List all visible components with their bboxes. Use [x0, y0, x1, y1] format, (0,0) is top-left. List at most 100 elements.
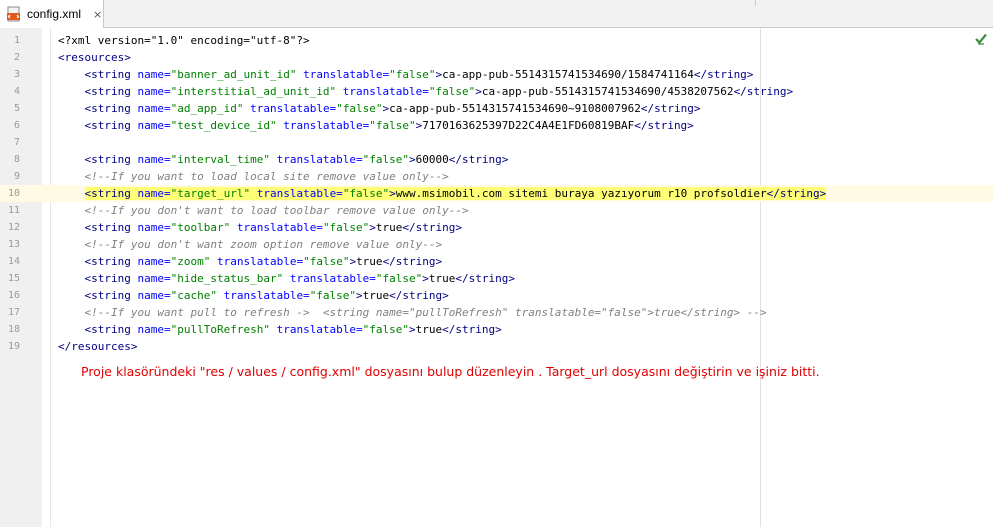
code-line[interactable]: 4 <string name="interstitial_ad_unit_id"… [0, 83, 993, 100]
code-token: > [409, 323, 416, 336]
code-line[interactable]: 16 <string name="cache" translatable="fa… [0, 287, 993, 304]
code-line[interactable]: 18 <string name="pullToRefresh" translat… [0, 321, 993, 338]
code-token: > [356, 289, 363, 302]
code-text: <string name="cache" translatable="false… [58, 287, 449, 304]
code-token: translatable= [269, 153, 363, 166]
code-token: </string> [389, 289, 449, 302]
code-token: </string> [382, 255, 443, 268]
line-number: 6 [13, 120, 20, 131]
code-token: translatable= [296, 68, 390, 81]
code-line[interactable]: 17 <!--If you want pull to refresh -> <s… [0, 304, 993, 321]
code-token: true [356, 255, 383, 268]
close-icon[interactable]: × [93, 8, 102, 21]
code-token: true [375, 221, 403, 234]
code-token: "target_url" [170, 187, 251, 200]
line-number: 5 [13, 103, 20, 114]
code-line[interactable]: 12 <string name="toolbar" translatable="… [0, 219, 993, 236]
code-token: <!--If you want pull to refresh -> <stri… [84, 306, 767, 319]
code-token: <string [84, 68, 138, 81]
code-editor[interactable]: 1 <?xml version="1.0" encoding="utf-8"?> 2… [0, 32, 993, 355]
code-token: name= [137, 255, 171, 268]
code-token: translatable= [269, 323, 363, 336]
code-token: "false" [309, 289, 357, 302]
code-line[interactable]: 9 <!--If you want to load local site rem… [0, 168, 993, 185]
code-token: <string [84, 221, 138, 234]
code-token: ca-app-pub-5514315741534690~9108007962 [389, 102, 641, 115]
code-token: <resources> [58, 51, 131, 64]
code-line[interactable]: 8 <string name="interval_time" translata… [0, 151, 993, 168]
code-token: 7170163625397D22C4A4E1FD60819BAF [422, 119, 635, 132]
line-number: 4 [13, 86, 20, 97]
code-token: "false" [336, 102, 383, 115]
tab-config-xml[interactable]: config.xml × [0, 0, 104, 28]
code-token: <string [84, 187, 138, 200]
code-token: <string [84, 153, 138, 166]
code-token: <string [84, 323, 138, 336]
code-token: "false" [375, 272, 423, 285]
code-token: <string [84, 289, 138, 302]
code-token: <string [84, 85, 138, 98]
code-token: name= [137, 289, 171, 302]
code-text: <?xml version="1.0" encoding="utf-8"?> [58, 32, 310, 49]
code-token: </string> [402, 221, 463, 234]
code-token: translatable= [243, 102, 337, 115]
code-line[interactable]: 2 <resources> [0, 49, 993, 66]
code-token: <string [84, 119, 138, 132]
code-text: <string name="toolbar" translatable="fal… [58, 219, 463, 236]
code-token: "false" [362, 323, 410, 336]
code-token: "false" [322, 221, 370, 234]
code-token: "false" [428, 85, 476, 98]
code-line[interactable]: 19 </resources> [0, 338, 993, 355]
code-line[interactable]: 10 <string name="target_url" translatabl… [0, 185, 993, 202]
code-token: "banner_ad_unit_id" [170, 68, 297, 81]
code-token: <string [84, 255, 138, 268]
code-line[interactable]: 13 <!--If you don't want zoom option rem… [0, 236, 993, 253]
code-line[interactable]: 5 <string name="ad_app_id" translatable=… [0, 100, 993, 117]
code-text: <string name="banner_ad_unit_id" transla… [58, 66, 754, 83]
code-token: translatable= [336, 85, 429, 98]
code-token: name= [137, 153, 171, 166]
code-token: www.msimobil.com sitemi buraya yazıyorum… [395, 187, 767, 200]
code-token: "false" [369, 119, 416, 132]
code-token: "false" [342, 187, 390, 200]
code-text: <string name="test_device_id" translatab… [58, 117, 694, 134]
code-token: true [415, 323, 443, 336]
code-token: "false" [389, 68, 436, 81]
code-token: "interstitial_ad_unit_id" [170, 85, 337, 98]
code-token: name= [137, 272, 171, 285]
code-token: <!--If you don't want to load toolbar re… [84, 204, 469, 217]
code-token: <!--If you don't want zoom option remove… [84, 238, 443, 251]
code-token: name= [137, 68, 171, 81]
code-token: translatable= [250, 187, 343, 200]
code-token: </string> [448, 153, 509, 166]
code-token: ca-app-pub-5514315741534690/4538207562 [481, 85, 734, 98]
line-number: 7 [13, 137, 20, 148]
code-token: translatable= [230, 221, 323, 234]
code-token: "pullToRefresh" [170, 323, 270, 336]
code-line[interactable]: 14 <string name="zoom" translatable="fal… [0, 253, 993, 270]
code-line[interactable]: 11 <!--If you don't want to load toolbar… [0, 202, 993, 219]
code-line[interactable]: 6 <string name="test_device_id" translat… [0, 117, 993, 134]
code-line[interactable]: 1 <?xml version="1.0" encoding="utf-8"?> [0, 32, 993, 49]
code-line[interactable]: 7 [0, 134, 993, 151]
code-text: <!--If you want pull to refresh -> <stri… [58, 304, 767, 321]
code-token: translatable= [216, 289, 310, 302]
code-token: </string> [640, 102, 701, 115]
code-line[interactable]: 15 <string name="hide_status_bar" transl… [0, 270, 993, 287]
code-token: name= [137, 119, 171, 132]
code-text: <string name="pullToRefresh" translatabl… [58, 321, 502, 338]
code-line[interactable]: 3 <string name="banner_ad_unit_id" trans… [0, 66, 993, 83]
code-token: "false" [362, 153, 410, 166]
line-number: 14 [7, 256, 20, 267]
code-token: > [422, 272, 429, 285]
code-text: <resources> [58, 49, 131, 66]
